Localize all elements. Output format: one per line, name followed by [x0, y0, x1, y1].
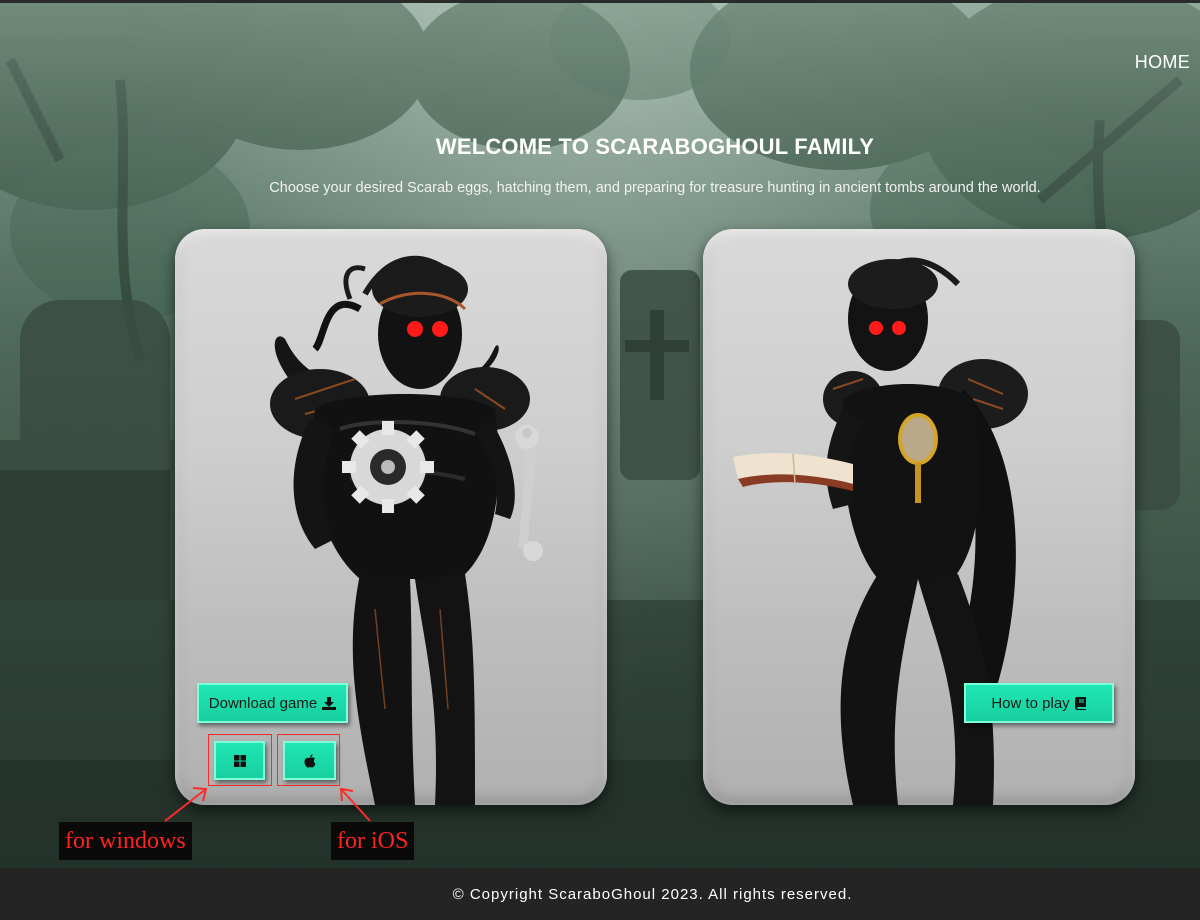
- page-title: WELCOME TO SCARABOGHOUL FAMILY: [435, 134, 875, 159]
- download-game-label: Download game: [208, 694, 318, 712]
- footer-copyright: © Copyright ScaraboGhoul 2023. All right…: [452, 885, 853, 903]
- nav-home-link[interactable]: HOME: [1135, 52, 1190, 73]
- book-icon: [1074, 696, 1086, 710]
- page-subtitle: Choose your desired Scarab eggs, hatchin…: [269, 180, 1041, 196]
- how-to-play-button[interactable]: How to play: [964, 683, 1114, 723]
- engineer-card: Download game: [175, 229, 607, 805]
- scholar-card: How to play: [703, 229, 1135, 805]
- top-border: [0, 0, 1200, 3]
- download-icon: [322, 697, 337, 710]
- download-game-button[interactable]: Download game: [197, 683, 348, 723]
- footer: © Copyright ScaraboGhoul 2023. All right…: [0, 868, 1200, 920]
- how-to-play-label: How to play: [991, 694, 1070, 712]
- ios-annotation-label: for iOS: [331, 822, 415, 860]
- windows-annotation-label: for windows: [59, 822, 192, 860]
- windows-highlight-box: [208, 734, 272, 786]
- ios-highlight-box: [277, 734, 340, 786]
